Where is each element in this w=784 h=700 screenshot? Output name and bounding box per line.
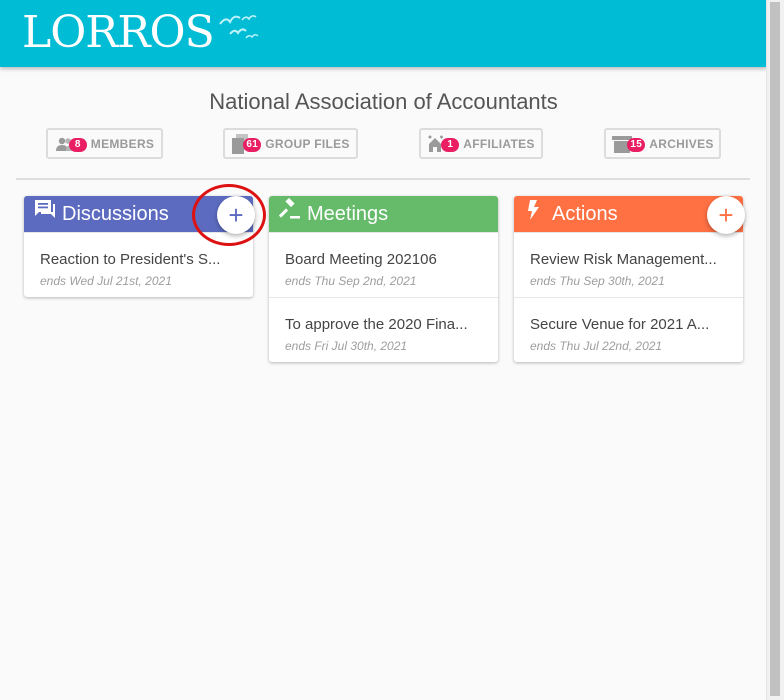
list-item[interactable]: Review Risk Management... ends Thu Sep 3… bbox=[514, 232, 743, 297]
affiliates-count-badge: 1 bbox=[441, 137, 460, 152]
archives-count-badge: 15 bbox=[627, 137, 646, 152]
item-date: ends Thu Sep 30th, 2021 bbox=[530, 274, 665, 288]
actions-card: Actions + Review Risk Management... ends… bbox=[514, 196, 745, 362]
meetings-header: Meetings bbox=[269, 196, 498, 232]
section-divider bbox=[16, 178, 750, 180]
list-item[interactable]: Reaction to President's S... ends Wed Ju… bbox=[24, 232, 253, 297]
add-action-button[interactable]: + bbox=[707, 196, 745, 234]
scrollbar-thumb[interactable] bbox=[770, 2, 780, 696]
actions-header: Actions + bbox=[514, 196, 745, 234]
list-item[interactable]: Secure Venue for 2021 A... ends Thu Jul … bbox=[514, 297, 743, 362]
logo-text: LORROS bbox=[22, 7, 215, 58]
group-files-count-badge: 61 bbox=[243, 137, 262, 152]
members-count-badge: 8 bbox=[68, 137, 87, 152]
item-date: ends Wed Jul 21st, 2021 bbox=[40, 274, 172, 288]
page-title: National Association of Accountants bbox=[209, 89, 558, 114]
lorros-logo[interactable]: LORROS bbox=[22, 4, 260, 62]
group-files-label: GROUP FILES bbox=[265, 136, 350, 151]
archives-label: ARCHIVES bbox=[649, 136, 714, 151]
members-button[interactable]: 8 MEMBERS bbox=[46, 128, 163, 159]
item-title: Reaction to President's S... bbox=[40, 251, 221, 268]
chat-icon bbox=[33, 198, 57, 228]
item-title: Review Risk Management... bbox=[530, 251, 717, 268]
list-item[interactable]: To approve the 2020 Fina... ends Fri Jul… bbox=[269, 297, 498, 362]
affiliates-button[interactable]: 1 AFFILIATES bbox=[419, 128, 543, 159]
lightning-icon bbox=[526, 198, 542, 228]
members-label: MEMBERS bbox=[90, 136, 155, 151]
list-item[interactable]: Board Meeting 202106 ends Thu Sep 2nd, 2… bbox=[269, 232, 498, 297]
discussions-title: Discussions bbox=[62, 203, 169, 225]
vertical-scrollbar[interactable] bbox=[766, 0, 784, 700]
item-title: Board Meeting 202106 bbox=[285, 251, 437, 268]
item-title: Secure Venue for 2021 A... bbox=[530, 316, 710, 333]
meetings-card: Meetings Board Meeting 202106 ends Thu S… bbox=[269, 196, 498, 362]
item-date: ends Thu Jul 22nd, 2021 bbox=[530, 339, 663, 353]
add-discussion-button[interactable]: + bbox=[217, 196, 255, 234]
affiliates-label: AFFILIATES bbox=[463, 136, 535, 151]
discussions-card: Discussions + Reaction to President's S.… bbox=[24, 196, 255, 297]
item-date: ends Fri Jul 30th, 2021 bbox=[285, 339, 408, 353]
birds-icon bbox=[218, 15, 259, 39]
group-files-button[interactable]: 61 GROUP FILES bbox=[223, 128, 358, 159]
gavel-icon bbox=[278, 197, 302, 228]
actions-title: Actions bbox=[552, 203, 618, 225]
meetings-title: Meetings bbox=[307, 203, 389, 225]
item-date: ends Thu Sep 2nd, 2021 bbox=[285, 274, 417, 288]
archives-button[interactable]: 15 ARCHIVES bbox=[604, 128, 721, 159]
app-header: LORROS bbox=[0, 0, 767, 67]
item-title: To approve the 2020 Fina... bbox=[285, 316, 468, 333]
discussions-header: Discussions + bbox=[24, 196, 255, 234]
